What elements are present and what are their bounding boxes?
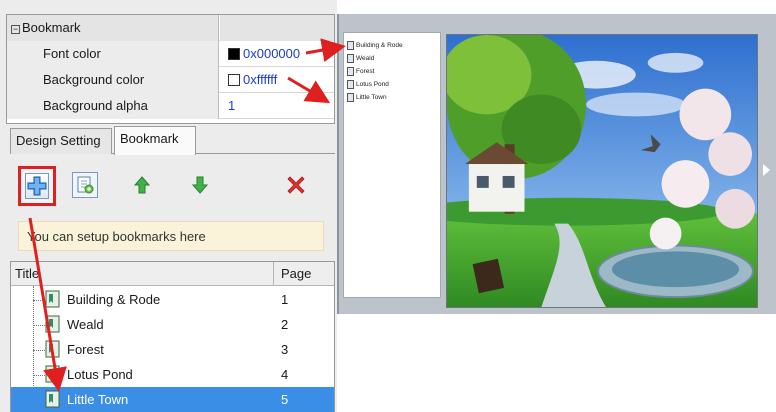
settings-panel: − Bookmark Font color 0x000000 Background… — [0, 0, 337, 412]
property-grid: − Bookmark Font color 0x000000 Background… — [6, 14, 335, 124]
tab-bookmark[interactable]: Bookmark — [114, 126, 196, 155]
add-bookmark-button[interactable] — [18, 166, 56, 206]
tree-item-title: Lotus Pond — [67, 367, 133, 382]
tree-item-page: 2 — [281, 317, 289, 332]
column-header-page[interactable]: Page — [275, 262, 334, 286]
property-label: Background color — [7, 67, 219, 93]
tree-item-title: Forest — [67, 342, 104, 357]
tree-row[interactable]: Weald 2 — [11, 312, 334, 337]
tab-design-setting[interactable]: Design Setting — [10, 128, 112, 154]
delete-bookmark-button[interactable] — [283, 172, 309, 198]
tree-item-title: Weald — [67, 317, 104, 332]
page-photo — [446, 34, 758, 308]
property-value-background-alpha[interactable]: 1 — [220, 93, 334, 119]
bookmark-item-icon — [347, 93, 354, 102]
column-header-title[interactable]: Title — [11, 262, 274, 286]
bookmark-item-icon — [45, 340, 60, 358]
bookmark-item-icon — [347, 67, 354, 76]
hint-text: You can setup bookmarks here — [18, 221, 324, 251]
tree-item-page: 4 — [281, 367, 289, 382]
tree-item-page: 1 — [281, 292, 289, 307]
tree-item-title: Little Town — [67, 392, 129, 407]
preview-bookmark-item[interactable]: Building & Rode — [344, 39, 440, 52]
next-page-arrow-icon[interactable] — [763, 164, 770, 176]
tree-item-page: 3 — [281, 342, 289, 357]
add-bookmark-icon — [27, 176, 47, 196]
add-sub-bookmark-icon — [77, 176, 94, 194]
tab-bar: Design Setting Bookmark — [10, 126, 335, 155]
color-swatch[interactable] — [228, 74, 240, 86]
property-value-background-color[interactable]: 0xffffff — [220, 67, 334, 93]
bookmark-item-icon — [347, 80, 354, 89]
tree-row[interactable]: Forest 3 — [11, 337, 334, 362]
collapse-icon[interactable]: − — [11, 25, 20, 34]
bookmark-item-icon — [347, 54, 354, 63]
property-row-font-color[interactable]: Font color 0x000000 — [7, 41, 334, 67]
bookmark-toolbar — [10, 158, 335, 218]
tree-row[interactable]: Lotus Pond 4 — [11, 362, 334, 387]
property-label: Background alpha — [7, 93, 219, 119]
preview-bookmark-item[interactable]: Little Town — [344, 91, 440, 104]
property-value-font-color[interactable]: 0x000000 — [220, 41, 334, 67]
tree-row[interactable]: Building & Rode 1 — [11, 287, 334, 312]
bookmark-item-icon — [45, 365, 60, 383]
tree-row-selected[interactable]: Little Town 5 — [11, 387, 334, 412]
bookmark-section-header[interactable]: − Bookmark — [7, 15, 334, 41]
flipbook-preview: Building & Rode Weald Forest Lotus Pond … — [337, 14, 776, 314]
delete-icon — [287, 176, 305, 194]
tree-item-page: 5 — [281, 392, 289, 407]
preview-bookmark-item[interactable]: Lotus Pond — [344, 78, 440, 91]
bookmark-tree: Title Page Building & Rode 1 Weald 2 For… — [10, 261, 335, 412]
move-up-icon — [133, 176, 151, 194]
color-swatch[interactable] — [228, 48, 240, 60]
add-sub-bookmark-button[interactable] — [72, 172, 98, 198]
move-down-icon — [191, 176, 209, 194]
bookmark-item-icon — [45, 290, 60, 308]
preview-bookmark-item[interactable]: Forest — [344, 65, 440, 78]
property-row-background-alpha[interactable]: Background alpha 1 — [7, 93, 334, 119]
move-down-button[interactable] — [187, 172, 213, 198]
tree-item-title: Building & Rode — [67, 292, 161, 307]
bookmark-item-icon — [45, 315, 60, 333]
bookmark-item-icon — [45, 390, 60, 408]
property-row-background-color[interactable]: Background color 0xffffff — [7, 67, 334, 93]
section-label: Bookmark — [22, 20, 81, 35]
bookmark-item-icon — [347, 41, 354, 50]
tree-header: Title Page — [11, 262, 334, 286]
preview-bookmark-item[interactable]: Weald — [344, 52, 440, 65]
property-label: Font color — [7, 41, 219, 67]
preview-bookmark-list: Building & Rode Weald Forest Lotus Pond … — [343, 32, 441, 298]
move-up-button[interactable] — [129, 172, 155, 198]
